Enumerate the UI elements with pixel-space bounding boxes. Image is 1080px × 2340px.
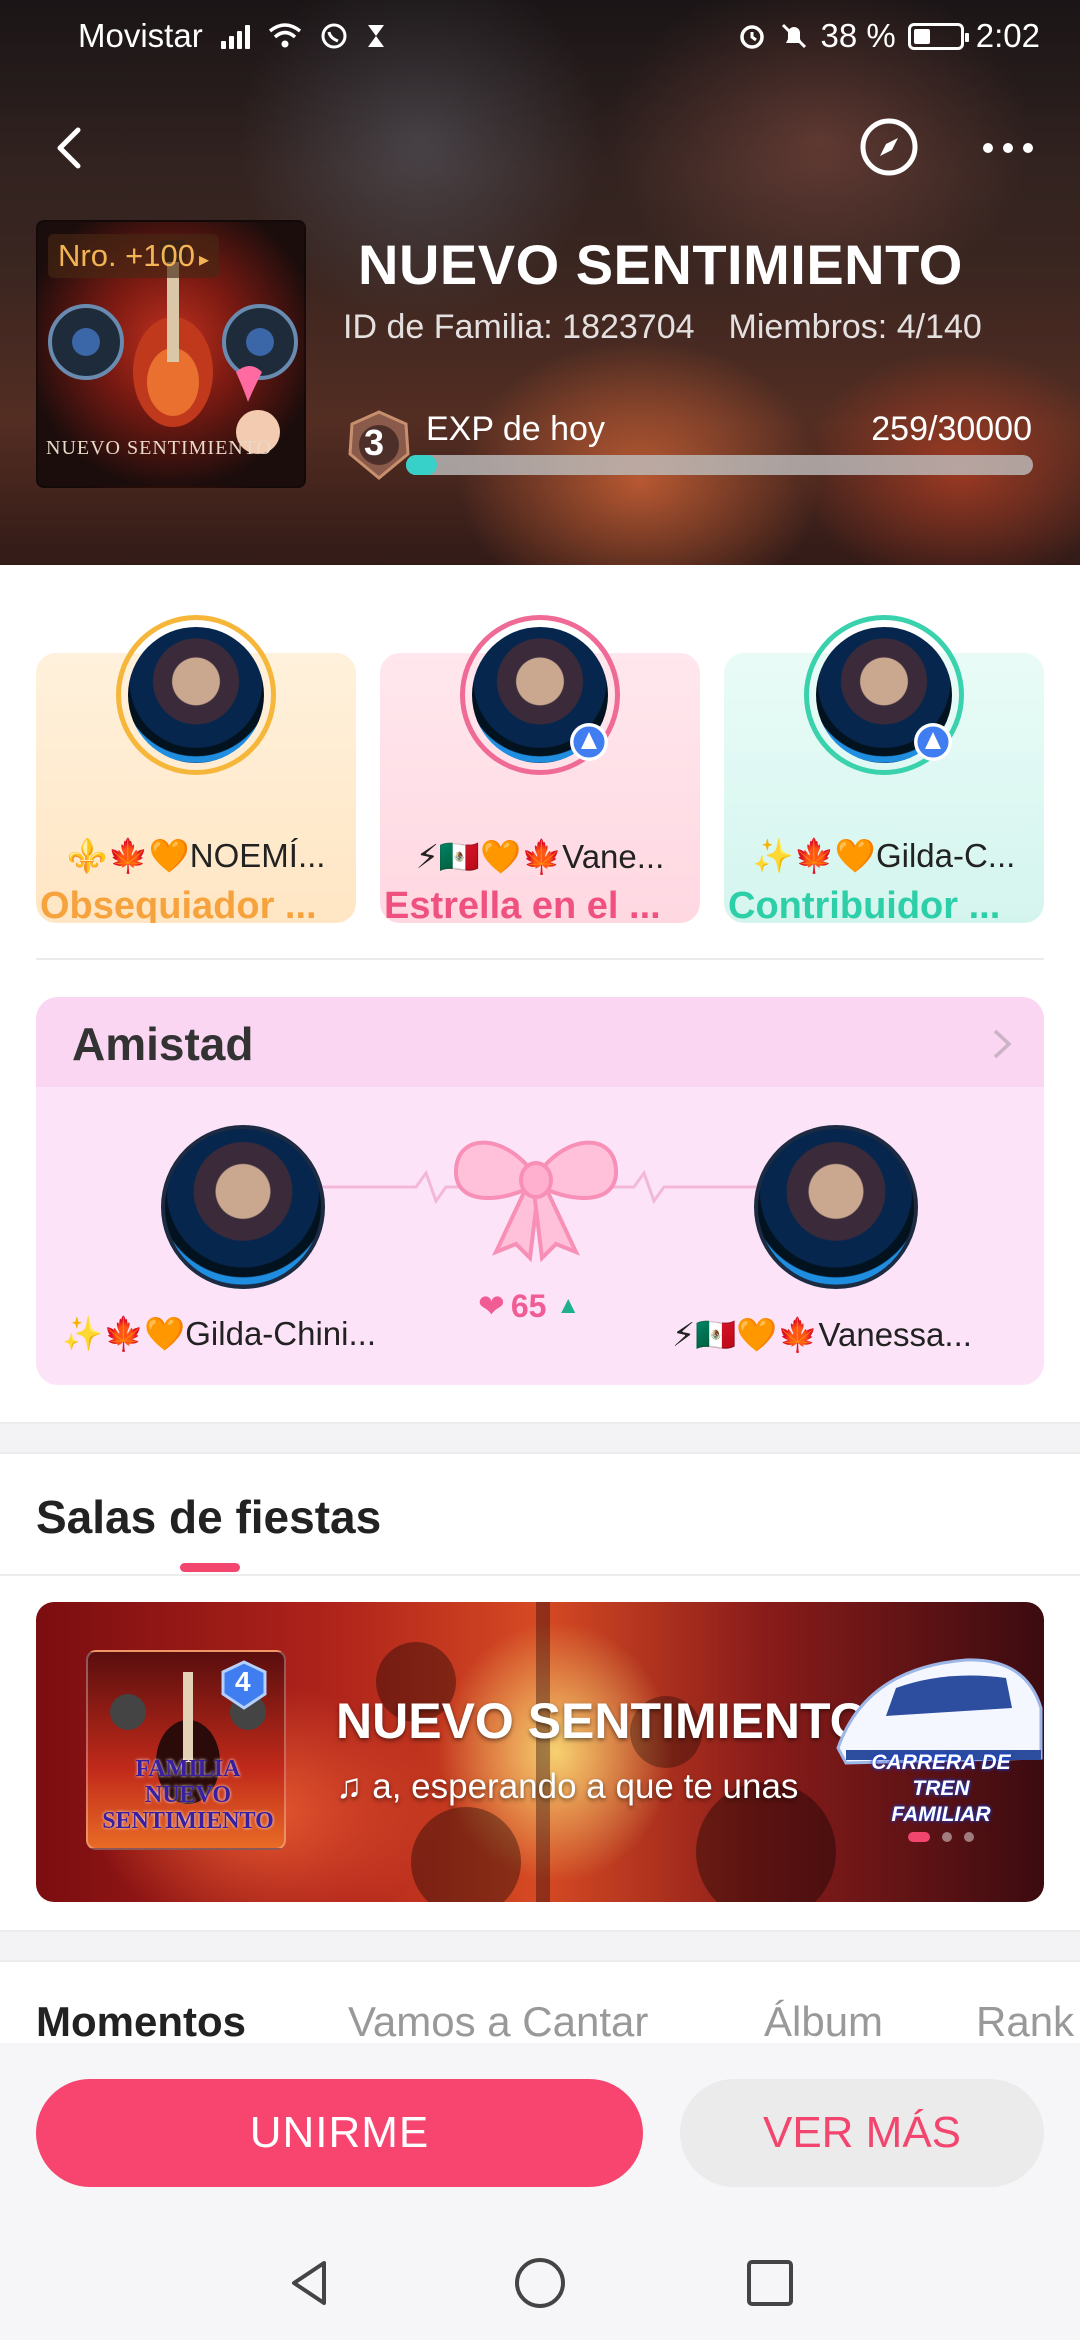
divider [0, 1574, 1080, 1576]
friendship-score-value: 65 [510, 1287, 547, 1324]
more-options-icon[interactable] [978, 128, 1038, 168]
thumbnail-caption: FAMILIA NUEVO SENTIMIENTO [102, 1756, 274, 1834]
friend-name-left: ✨🍁🧡Gilda-Chini... [62, 1315, 376, 1352]
exp-progress-bar [406, 455, 1033, 475]
party-tab-indicator [180, 1563, 240, 1572]
nav-back-icon[interactable] [280, 2253, 340, 2313]
trend-up-icon: ▲ [556, 1292, 581, 1319]
train-race-promo[interactable]: CARRERA DE TREN FAMILIAR [841, 1750, 1041, 1828]
verified-icon [570, 723, 608, 761]
battery-icon [907, 22, 969, 50]
tab-vamos-a-cantar[interactable]: Vamos a Cantar [348, 1998, 648, 2046]
friend-name-right: ⚡🇲🇽🧡🍁Vanessa... [672, 1316, 972, 1353]
see-more-button[interactable]: VER MÁS [680, 2079, 1044, 2187]
friendship-score: ❤ 65 ▲ [478, 1287, 580, 1325]
family-header: Movistar 38 % 2:02 Nro. +100 ▸ NUEVO SEN… [0, 0, 1080, 565]
section-separator [0, 1422, 1080, 1454]
party-section-title: Salas de fiestas [36, 1491, 382, 1543]
exp-value: 259/30000 [871, 410, 1032, 448]
exp-progress-fill [406, 455, 438, 475]
rank-badge[interactable]: Nro. +100 ▸ [48, 234, 220, 278]
avatar[interactable] [128, 627, 264, 763]
family-meta: ID de Familia: 1823704 Miembros: 4/140 [343, 308, 982, 347]
compass-icon[interactable] [858, 116, 920, 178]
content-tabs: Momentos Vamos a Cantar Álbum Rank [0, 1998, 1080, 2048]
honor-member-name: ⚡🇲🇽🧡🍁Vane... [415, 838, 665, 875]
tab-momentos[interactable]: Momentos [36, 1998, 246, 2046]
hearts-icon: ❤ [478, 1288, 505, 1324]
family-avatar[interactable]: Nro. +100 ▸ NUEVO SENTIMIENTO [36, 220, 306, 488]
join-button[interactable]: UNIRME [36, 2079, 643, 2187]
nav-home-icon[interactable] [510, 2253, 570, 2313]
wifi-icon [268, 23, 301, 48]
verified-icon [914, 723, 952, 761]
friendship-card[interactable]: Amistad ❤ 65 ▲ ✨🍁🧡Gilda-Chini... ⚡🇲🇽🧡🍁Va… [36, 997, 1044, 1385]
honor-cards: ⚜️🍁🧡NOEMÍ... Obsequiador ... ⚡🇲🇽🧡🍁Vane..… [36, 615, 1044, 925]
bell-muted-icon [781, 23, 806, 49]
status-bar: Movistar 38 % 2:02 [0, 0, 1080, 72]
honor-member-name: ✨🍁🧡Gilda-C... [752, 837, 1016, 874]
party-room-name: NUEVO SENTIMIENTO [336, 1693, 869, 1749]
family-id: ID de Familia: 1823704 [343, 308, 695, 346]
carousel-dots [908, 1832, 974, 1842]
honor-title: Obsequiador ... [40, 885, 317, 923]
bow-icon [453, 1140, 619, 1262]
honor-title: Estrella en el ... [384, 885, 661, 923]
friendship-title: Amistad [72, 1018, 254, 1070]
party-room-card[interactable]: FAMILIA NUEVO SENTIMIENTO 4 NUEVO SENTIM… [36, 1602, 1044, 1902]
friend-avatar-right[interactable] [754, 1125, 918, 1289]
room-level-number: 4 [235, 1666, 251, 1697]
system-nav-bar [0, 2243, 1080, 2323]
bottom-action-bar: UNIRME VER MÁS [0, 2043, 1080, 2340]
friend-avatar-left[interactable] [161, 1125, 325, 1289]
top-navbar [0, 108, 1080, 188]
carrier-label: Movistar [78, 17, 203, 54]
back-arrow-icon[interactable] [44, 120, 100, 176]
signal-icon [220, 23, 250, 49]
member-count: Miembros: 4/140 [728, 308, 982, 346]
nav-recents-icon[interactable] [740, 2253, 800, 2313]
tab-album[interactable]: Álbum [764, 1998, 883, 2046]
avatar-caption: NUEVO SENTIMIENTO [46, 437, 273, 459]
divider [36, 958, 1044, 960]
music-note-icon: ♫ [336, 1767, 363, 1806]
honor-title: Contribuidor ... [728, 885, 1001, 923]
family-name: NUEVO SENTIMIENTO [358, 233, 963, 296]
tab-rank[interactable]: Rank [976, 1998, 1074, 2046]
family-page: Movistar 38 % 2:02 Nro. +100 ▸ NUEVO SEN… [0, 0, 1080, 2340]
whatsapp-icon [321, 23, 347, 49]
honor-member-name: ⚜️🍁🧡NOEMÍ... [66, 837, 326, 874]
level-number: 3 [364, 422, 385, 463]
party-room-subtitle: ♫ a, esperando a que te unas [336, 1767, 799, 1806]
clock: 2:02 [975, 17, 1040, 54]
battery-percent: 38 % [820, 17, 896, 54]
section-separator [0, 1930, 1080, 1962]
chevron-right-icon[interactable] [990, 1027, 1014, 1061]
exp-label: EXP de hoy [426, 410, 605, 448]
hourglass-icon [367, 25, 384, 47]
alarm-icon [739, 25, 764, 49]
